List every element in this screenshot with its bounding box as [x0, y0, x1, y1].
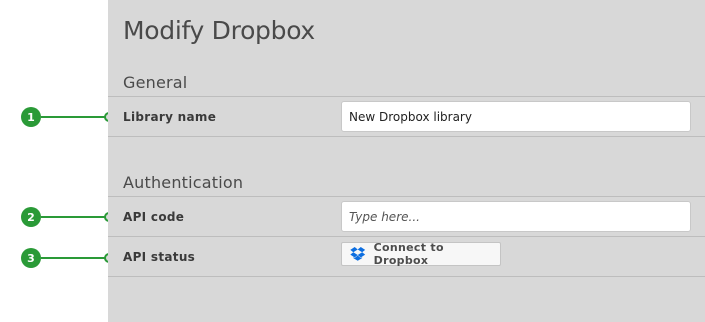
- callout-line: [41, 216, 106, 218]
- library-name-label: Library name: [123, 110, 217, 124]
- connect-to-dropbox-button[interactable]: Connect to Dropbox: [341, 241, 501, 267]
- divider: [108, 276, 705, 277]
- dropbox-icon: [350, 247, 366, 261]
- library-name-input[interactable]: [341, 101, 691, 132]
- callout-badge-2: 2: [21, 207, 41, 227]
- callout-badge-1: 1: [21, 107, 41, 127]
- api-code-label: API code: [123, 210, 185, 224]
- callout-line: [41, 116, 106, 118]
- callout-badge-3: 3: [21, 248, 41, 268]
- page-title: Modify Dropbox: [123, 16, 315, 45]
- settings-panel: Modify Dropbox General Library name Auth…: [108, 0, 705, 322]
- callout-2: 2: [21, 207, 116, 227]
- divider: [108, 136, 705, 137]
- section-title-authentication: Authentication: [123, 173, 244, 192]
- divider: [108, 236, 705, 237]
- api-code-input[interactable]: [341, 201, 691, 232]
- callout-line: [41, 257, 106, 259]
- divider: [108, 96, 705, 97]
- connect-button-label: Connect to Dropbox: [373, 241, 444, 267]
- callout-1: 1: [21, 107, 116, 127]
- section-title-general: General: [123, 73, 188, 92]
- divider: [108, 196, 705, 197]
- callout-3: 3: [21, 248, 116, 268]
- api-status-label: API status: [123, 250, 196, 264]
